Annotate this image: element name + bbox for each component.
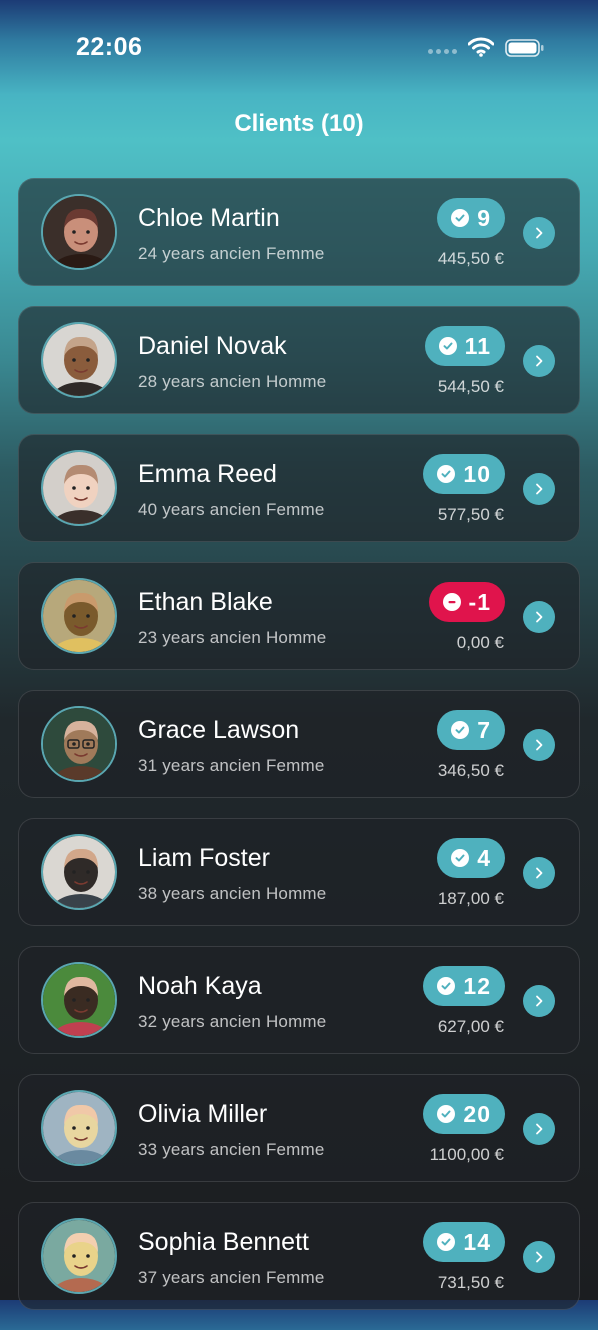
chevron-right-button[interactable]	[523, 857, 555, 889]
cellular-signal-icon	[428, 49, 457, 54]
wifi-icon	[467, 37, 495, 62]
chevron-right-icon	[536, 739, 543, 751]
client-card[interactable]: Emma Reed 40 years ancien Femme 10 577,5…	[18, 434, 580, 542]
avatar	[41, 322, 117, 398]
check-circle-icon	[438, 337, 457, 355]
status-badge: 20	[423, 1094, 505, 1134]
client-amount: 187,00 €	[437, 889, 504, 908]
check-circle-icon	[437, 465, 456, 483]
check-circle-icon	[451, 849, 470, 867]
avatar	[41, 1218, 117, 1294]
status-time: 22:06	[76, 33, 143, 61]
avatar	[41, 578, 117, 654]
client-name: Emma Reed	[138, 460, 277, 488]
client-amount: 445,50 €	[437, 249, 504, 268]
client-amount: 0,00 €	[456, 633, 504, 652]
client-list: Chloe Martin 24 years ancien Femme 9 445…	[18, 178, 580, 1330]
check-circle-icon	[451, 721, 470, 739]
client-amount: 731,50 €	[437, 1273, 504, 1292]
client-name: Ethan Blake	[138, 588, 273, 616]
client-card[interactable]: Chloe Martin 24 years ancien Femme 9 445…	[18, 178, 580, 286]
avatar	[41, 194, 117, 270]
avatar	[41, 450, 117, 526]
status-badge: 11	[424, 326, 505, 366]
chevron-right-icon	[536, 355, 543, 367]
status-bar: 22:06	[0, 0, 598, 96]
badge-count: 10	[463, 460, 491, 487]
check-circle-icon	[437, 1105, 456, 1123]
client-subtitle: 28 years ancien Homme	[138, 372, 327, 391]
client-card[interactable]: Sophia Bennett 37 years ancien Femme 14 …	[18, 1202, 580, 1310]
badge-count: 7	[477, 716, 491, 743]
client-amount: 627,00 €	[437, 1017, 504, 1036]
chevron-right-button[interactable]	[523, 217, 555, 249]
client-name: Olivia Miller	[138, 1100, 268, 1128]
badge-count: 20	[463, 1100, 491, 1127]
avatar	[41, 1090, 117, 1166]
status-badge: 12	[423, 966, 505, 1006]
client-subtitle: 31 years ancien Femme	[138, 756, 325, 775]
avatar	[41, 834, 117, 910]
chevron-right-icon	[536, 995, 543, 1007]
status-badge: 9	[437, 198, 505, 238]
client-subtitle: 40 years ancien Femme	[138, 500, 325, 519]
chevron-right-icon	[536, 1251, 543, 1263]
check-circle-icon	[437, 977, 456, 995]
chevron-right-button[interactable]	[523, 601, 555, 633]
client-subtitle: 37 years ancien Femme	[138, 1268, 325, 1287]
status-badge: 7	[437, 710, 505, 750]
chevron-right-icon	[536, 867, 543, 879]
badge-count: 11	[464, 332, 491, 359]
client-card[interactable]: Grace Lawson 31 years ancien Femme 7 346…	[18, 690, 580, 798]
client-subtitle: 38 years ancien Homme	[138, 884, 327, 903]
client-subtitle: 33 years ancien Femme	[138, 1140, 325, 1159]
badge-count: 4	[477, 844, 491, 871]
badge-count: 12	[463, 972, 491, 999]
client-name: Daniel Novak	[138, 332, 287, 360]
badge-count: -1	[468, 588, 491, 615]
chevron-right-icon	[536, 611, 543, 623]
avatar	[41, 706, 117, 782]
client-card[interactable]: Daniel Novak 28 years ancien Homme 11 54…	[18, 306, 580, 414]
chevron-right-button[interactable]	[523, 1113, 555, 1145]
client-amount: 544,50 €	[437, 377, 504, 396]
chevron-right-icon	[536, 483, 543, 495]
status-badge: 14	[423, 1222, 505, 1262]
client-name: Chloe Martin	[138, 204, 280, 232]
chevron-right-button[interactable]	[523, 345, 555, 377]
client-card[interactable]: Ethan Blake 23 years ancien Homme -1 0,0…	[18, 562, 580, 670]
status-badge: -1	[428, 582, 505, 622]
minus-circle-icon	[442, 593, 461, 611]
chevron-right-icon	[536, 227, 543, 239]
avatar	[41, 962, 117, 1038]
client-amount: 1100,00 €	[429, 1145, 504, 1164]
client-card[interactable]: Olivia Miller 33 years ancien Femme 20 1…	[18, 1074, 580, 1182]
client-amount: 346,50 €	[437, 761, 504, 780]
page-title: Clients (10)	[234, 110, 364, 137]
check-circle-icon	[451, 209, 470, 227]
battery-icon	[505, 39, 545, 62]
client-name: Liam Foster	[138, 844, 270, 872]
badge-count: 9	[477, 204, 491, 231]
chevron-right-icon	[536, 1123, 543, 1135]
client-subtitle: 32 years ancien Homme	[138, 1012, 327, 1031]
client-name: Sophia Bennett	[138, 1228, 309, 1256]
client-name: Noah Kaya	[138, 972, 262, 1000]
chevron-right-button[interactable]	[523, 473, 555, 505]
status-badge: 10	[423, 454, 505, 494]
client-amount: 577,50 €	[437, 505, 504, 524]
chevron-right-button[interactable]	[523, 1241, 555, 1273]
status-badge: 4	[437, 838, 505, 878]
chevron-right-button[interactable]	[523, 985, 555, 1017]
client-subtitle: 24 years ancien Femme	[138, 244, 325, 263]
client-subtitle: 23 years ancien Homme	[138, 628, 327, 647]
client-card[interactable]: Liam Foster 38 years ancien Homme 4 187,…	[18, 818, 580, 926]
badge-count: 14	[463, 1228, 491, 1255]
client-name: Grace Lawson	[138, 716, 300, 744]
client-card[interactable]: Noah Kaya 32 years ancien Homme 12 627,0…	[18, 946, 580, 1054]
check-circle-icon	[437, 1233, 456, 1251]
chevron-right-button[interactable]	[523, 729, 555, 761]
